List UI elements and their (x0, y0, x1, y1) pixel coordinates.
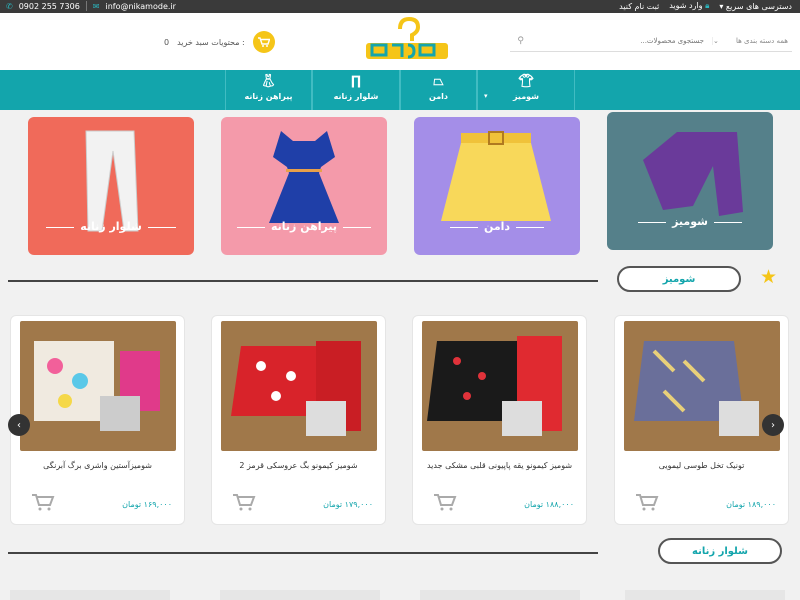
chevron-left-icon: ‹ (17, 419, 21, 431)
product-price: ۱۸۹,۰۰۰ تومان (726, 500, 776, 509)
category-card-label: پیراهن زنانه (221, 220, 387, 233)
nav-item-label: شومیز (512, 92, 540, 101)
blouse-image (643, 132, 743, 216)
product-price: ۱۸۸,۰۰۰ تومان (524, 500, 574, 509)
product-name[interactable]: شومیزآستین واشری برگ آبرنگی (21, 458, 174, 473)
search-input[interactable] (524, 36, 712, 45)
section-title-label: شومیز (662, 273, 696, 285)
login-label: وارد شوید (669, 1, 703, 10)
nav-item-dress[interactable]: 👗︎ پیراهن زنانه (225, 70, 312, 110)
product-name[interactable]: شومیز کیمونو بگ عروسکی قرمز 2 (222, 458, 375, 473)
quick-access-menu[interactable]: دسترسی های سریع ▾ (719, 2, 792, 11)
star-icon: ★ (760, 266, 778, 288)
cart-icon[interactable] (252, 31, 275, 53)
category-select-value: همه دسته بندی ها (735, 36, 788, 45)
carousel-prev-button[interactable]: ‹ (8, 414, 30, 436)
phone-icon: ✆ (6, 1, 13, 11)
add-to-cart-icon[interactable] (433, 493, 457, 511)
blouse-icon: 👚︎ (517, 74, 535, 89)
product-card[interactable]: شومیزآستین واشری برگ آبرنگی ۱۶۹,۰۰۰ توما… (10, 315, 185, 525)
category-card-label: شلوار زنانه (28, 220, 194, 233)
product-price: ۱۶۹,۰۰۰ تومان (122, 500, 172, 509)
product-card[interactable] (220, 590, 380, 600)
phone-number[interactable]: 0902 255 7306 (19, 2, 80, 11)
chevron-right-icon: › (771, 419, 775, 431)
nav-item-blouse[interactable]: 👚︎ شومیز ▾ (477, 70, 575, 110)
quick-access-label: دسترسی های سریع (725, 1, 792, 11)
main-nav: 👚︎ شومیز ▾ ⏢ دامن ∏ شلوار زنانه 👗︎ پیراه… (0, 70, 800, 110)
skirt-image (441, 131, 551, 221)
product-name[interactable]: شومیز کیمونو یقه پاپیونی قلبی مشکی جدید (423, 458, 576, 473)
category-card-blouse[interactable]: شومیز (607, 112, 773, 250)
carousel-next-button[interactable]: › (762, 414, 784, 436)
site-logo[interactable] (362, 15, 452, 67)
add-to-cart-icon[interactable] (232, 493, 256, 511)
chevron-down-icon: ⌄ (713, 36, 719, 45)
product-image[interactable] (624, 321, 780, 451)
nav-item-label: شلوار زنانه (333, 92, 379, 101)
login-link[interactable]: 🔒︎ وارد شوید (669, 1, 709, 11)
product-card[interactable] (420, 590, 580, 600)
section-divider (8, 280, 598, 282)
cart-label: محتویات سبد خرید : (177, 37, 245, 47)
cart-count: 0 (164, 37, 170, 47)
skirt-icon: ⏢ (433, 74, 444, 89)
search-bar: همه دسته بندی ها ⌄ ⚲ (510, 30, 792, 52)
category-card-label: دامن (414, 220, 580, 233)
nav-item-skirt[interactable]: ⏢ دامن (400, 70, 477, 110)
email-icon: ✉ (92, 1, 100, 11)
email-link[interactable]: info@nikamode.ir (105, 2, 175, 11)
category-select[interactable]: همه دسته بندی ها ⌄ (712, 36, 792, 45)
pants-icon: ∏ (350, 74, 362, 89)
product-name[interactable]: تونیک تخل طوسی لیمویی (625, 458, 778, 473)
nav-item-pants[interactable]: ∏ شلوار زنانه (312, 70, 400, 110)
search-icon[interactable]: ⚲ (510, 36, 524, 46)
product-card[interactable]: شومیز کیمونو یقه پاپیونی قلبی مشکی جدید … (412, 315, 587, 525)
register-link[interactable]: ثبت نام کنید (619, 2, 659, 11)
section-title-label: شلوار زنانه (692, 545, 748, 557)
product-card[interactable]: شومیز کیمونو بگ عروسکی قرمز 2 ۱۷۹,۰۰۰ تو… (211, 315, 386, 525)
section-title-blouse[interactable]: شومیز (617, 266, 741, 292)
product-card[interactable] (625, 590, 785, 600)
category-card-pants[interactable]: شلوار زنانه (28, 117, 194, 255)
product-card[interactable] (10, 590, 170, 600)
mini-cart[interactable]: 0 محتویات سبد خرید : (164, 31, 275, 53)
lock-icon: 🔒︎ (705, 1, 710, 10)
section-title-pants[interactable]: شلوار زنانه (658, 538, 782, 564)
divider (85, 1, 87, 11)
category-card-label: شومیز (607, 215, 773, 228)
nav-item-label: دامن (429, 92, 448, 101)
category-card-skirt[interactable]: دامن (414, 117, 580, 255)
dress-icon: 👗︎ (260, 74, 277, 89)
nav-item-label: پیراهن زنانه (244, 92, 293, 101)
category-card-dress[interactable]: پیراهن زنانه (221, 117, 387, 255)
add-to-cart-icon[interactable] (635, 493, 659, 511)
top-bar: ✆ 0902 255 7306 ✉ info@nikamode.ir دسترس… (0, 0, 800, 13)
product-price: ۱۷۹,۰۰۰ تومان (323, 500, 373, 509)
product-image[interactable] (422, 321, 578, 451)
header: 0 محتویات سبد خرید : همه دسته بندی ها ⌄ ⚲ (0, 13, 800, 70)
add-to-cart-icon[interactable] (31, 493, 55, 511)
section-divider (8, 552, 598, 554)
chevron-down-icon: ▾ (484, 92, 488, 100)
dress-image (269, 131, 339, 223)
pants-image (85, 130, 139, 232)
product-image[interactable] (20, 321, 176, 451)
product-image[interactable] (221, 321, 377, 451)
